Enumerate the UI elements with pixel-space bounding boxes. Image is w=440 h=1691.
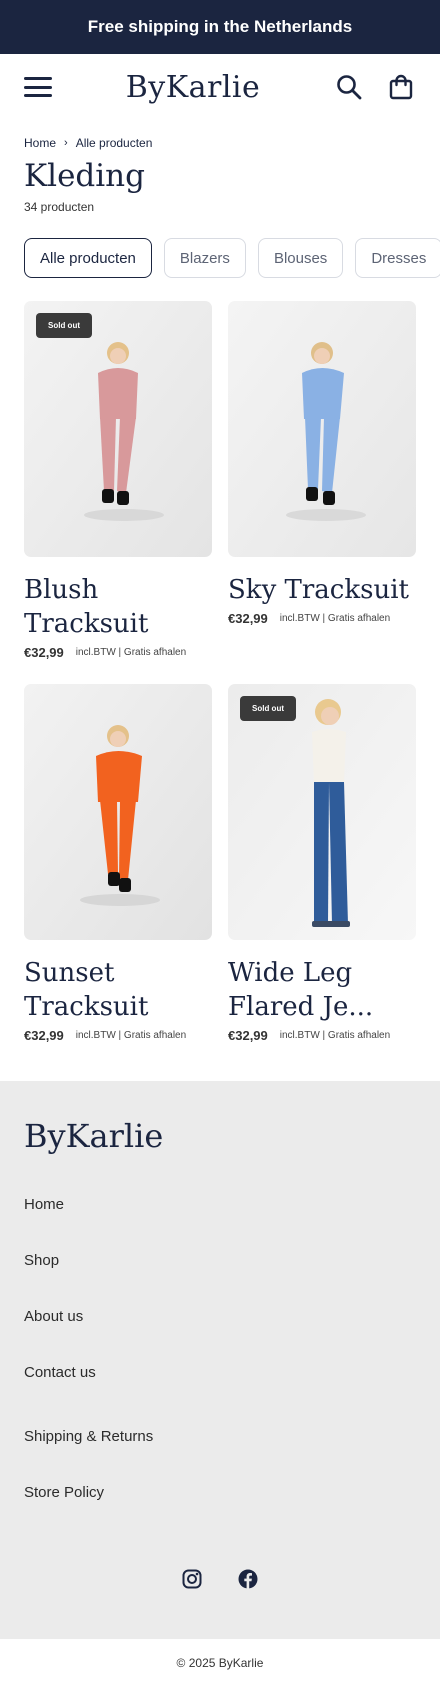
filter-dresses[interactable]: Dresses (355, 238, 440, 278)
footer-link-home[interactable]: Home (24, 1177, 416, 1233)
product-image[interactable]: Sold out (228, 684, 416, 940)
product-image[interactable] (24, 684, 212, 940)
breadcrumb-separator: › (64, 137, 68, 149)
footer-link-shop[interactable]: Shop (24, 1233, 416, 1289)
product-card[interactable]: Sky Tracksuit €32,99 incl.BTW | Gratis a… (228, 301, 416, 660)
footer-link-shipping-returns[interactable]: Shipping & Returns (24, 1409, 416, 1465)
sold-out-badge: Sold out (240, 696, 296, 721)
product-title[interactable]: Sunset Tracksuit (24, 956, 212, 1024)
product-title[interactable]: Wide Leg Flared Je... (228, 956, 416, 1024)
product-count: 34 producten (24, 200, 95, 214)
facebook-icon[interactable] (238, 1569, 258, 1589)
price-row: €32,99 incl.BTW | Gratis afhalen (24, 645, 212, 660)
product-image[interactable]: Sold out (24, 301, 212, 557)
product-grid: Sold out Blush Tracksuit €32,99 incl.BTW… (0, 301, 440, 1043)
price-meta: incl.BTW | Gratis afhalen (75, 647, 187, 658)
filter-blazers[interactable]: Blazers (163, 238, 246, 278)
breadcrumb-current[interactable]: Alle producten (76, 136, 153, 150)
footer-link-contact[interactable]: Contact us (24, 1345, 416, 1401)
product-card[interactable]: Sold out Wide Leg Flared Je... €32,99 in… (228, 684, 416, 1043)
announcement-text: Free shipping in the Netherlands (87, 17, 353, 36)
product-title[interactable]: Blush Tracksuit (24, 573, 212, 641)
announcement-bar: Free shipping in the Netherlands (0, 0, 440, 54)
site-footer: ByKarlie Home Shop About us Contact us S… (0, 1081, 440, 1639)
shopping-bag-icon[interactable] (386, 72, 416, 102)
price-row: €32,99 incl.BTW | Gratis afhalen (228, 1028, 416, 1043)
product-title[interactable]: Sky Tracksuit (228, 573, 416, 607)
search-icon[interactable] (334, 72, 364, 102)
filter-pills: Alle producten Blazers Blouses Dresses (0, 238, 440, 278)
product-card[interactable]: Sunset Tracksuit €32,99 incl.BTW | Grati… (24, 684, 212, 1043)
product-price: €32,99 (24, 1028, 64, 1043)
copyright: © 2025 ByKarlie (0, 1639, 440, 1687)
instagram-icon[interactable] (182, 1569, 202, 1589)
header-actions (334, 72, 416, 102)
price-meta: incl.BTW | Gratis afhalen (75, 1030, 187, 1041)
price-row: €32,99 incl.BTW | Gratis afhalen (24, 1028, 212, 1043)
price-row: €32,99 incl.BTW | Gratis afhalen (228, 611, 416, 626)
price-meta: incl.BTW | Gratis afhalen (279, 1030, 391, 1041)
breadcrumb: Home › Alle producten (0, 136, 440, 150)
product-price: €32,99 (24, 645, 64, 660)
footer-link-about[interactable]: About us (24, 1289, 416, 1345)
social-links (24, 1569, 416, 1589)
product-card[interactable]: Sold out Blush Tracksuit €32,99 incl.BTW… (24, 301, 212, 660)
footer-logo[interactable]: ByKarlie (24, 1117, 416, 1155)
price-meta: incl.BTW | Gratis afhalen (279, 613, 391, 624)
page-title: Kleding (24, 158, 145, 194)
site-header: ByKarlie (0, 54, 440, 120)
filter-all-products[interactable]: Alle producten (24, 238, 152, 278)
footer-link-store-policy[interactable]: Store Policy (24, 1465, 416, 1521)
hamburger-menu-icon[interactable] (24, 75, 52, 99)
filter-blouses[interactable]: Blouses (257, 238, 344, 278)
product-image[interactable] (228, 301, 416, 557)
product-price: €32,99 (228, 1028, 268, 1043)
breadcrumb-home[interactable]: Home (24, 136, 56, 150)
footer-links: Home Shop About us Contact us Shipping &… (24, 1177, 416, 1521)
sold-out-badge: Sold out (36, 313, 92, 338)
site-logo[interactable]: ByKarlie (126, 70, 261, 105)
product-price: €32,99 (228, 611, 268, 626)
